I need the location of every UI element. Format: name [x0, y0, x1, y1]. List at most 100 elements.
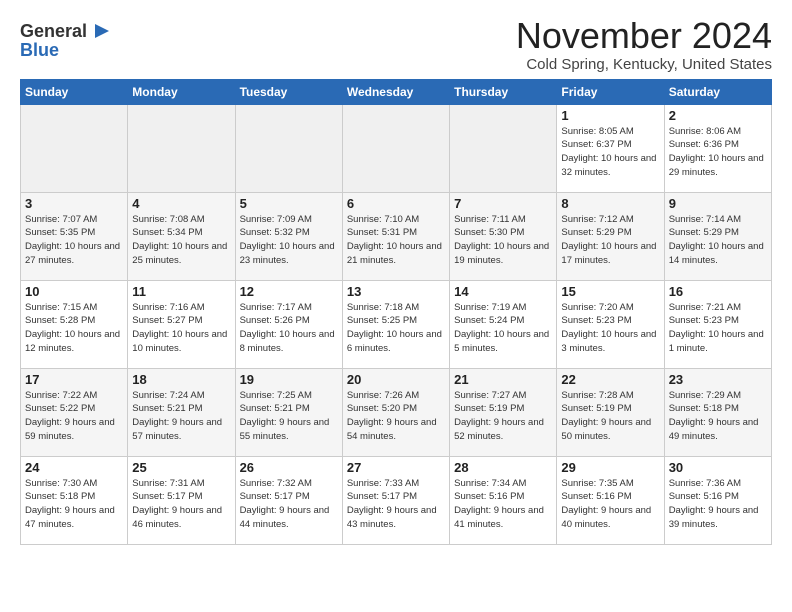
calendar-cell: 26 Sunrise: 7:32 AM Sunset: 5:17 PM Dayli… [235, 456, 342, 544]
calendar-cell: 20 Sunrise: 7:26 AM Sunset: 5:20 PM Dayli… [342, 368, 449, 456]
day-number: 10 [25, 284, 123, 299]
day-number: 12 [240, 284, 338, 299]
days-of-week-row: SundayMondayTuesdayWednesdayThursdayFrid… [21, 79, 772, 104]
day-number: 3 [25, 196, 123, 211]
dow-header-friday: Friday [557, 79, 664, 104]
day-info: Sunrise: 7:22 AM Sunset: 5:22 PM Dayligh… [25, 389, 123, 444]
day-info: Sunrise: 7:20 AM Sunset: 5:23 PM Dayligh… [561, 301, 659, 356]
page-header: General Blue November 2024 Cold Spring, … [20, 16, 772, 73]
dow-header-thursday: Thursday [450, 79, 557, 104]
calendar-cell: 5Sunrise: 7:09 AM Sunset: 5:32 PM Daylig… [235, 192, 342, 280]
day-number: 30 [669, 460, 767, 475]
logo-icon [91, 20, 113, 42]
calendar-cell: 23Sunrise: 7:29 AM Sunset: 5:18 PM Dayli… [664, 368, 771, 456]
calendar-cell: 24 Sunrise: 7:30 AM Sunset: 5:18 PM Dayli… [21, 456, 128, 544]
day-number: 27 [347, 460, 445, 475]
calendar-week-4: 17 Sunrise: 7:22 AM Sunset: 5:22 PM Dayli… [21, 368, 772, 456]
location: Cold Spring, Kentucky, United States [516, 56, 772, 73]
day-info: Sunrise: 7:27 AM Sunset: 5:19 PM Dayligh… [454, 389, 552, 444]
calendar-cell: 10Sunrise: 7:15 AM Sunset: 5:28 PM Dayli… [21, 280, 128, 368]
calendar-cell [342, 104, 449, 192]
day-info: Sunrise: 7:08 AM Sunset: 5:34 PM Dayligh… [132, 213, 230, 268]
day-info: Sunrise: 7:29 AM Sunset: 5:18 PM Dayligh… [669, 389, 767, 444]
calendar-table: SundayMondayTuesdayWednesdayThursdayFrid… [20, 79, 772, 545]
day-number: 8 [561, 196, 659, 211]
calendar-cell: 21Sunrise: 7:27 AM Sunset: 5:19 PM Dayli… [450, 368, 557, 456]
day-info: Sunrise: 7:28 AM Sunset: 5:19 PM Dayligh… [561, 389, 659, 444]
day-info: Sunrise: 7:11 AM Sunset: 5:30 PM Dayligh… [454, 213, 552, 268]
calendar-week-3: 10Sunrise: 7:15 AM Sunset: 5:28 PM Dayli… [21, 280, 772, 368]
calendar-cell: 29 Sunrise: 7:35 AM Sunset: 5:16 PM Dayli… [557, 456, 664, 544]
day-info: Sunrise: 7:32 AM Sunset: 5:17 PM Dayligh… [240, 477, 338, 532]
title-area: November 2024 Cold Spring, Kentucky, Uni… [516, 16, 772, 73]
dow-header-tuesday: Tuesday [235, 79, 342, 104]
day-number: 17 [25, 372, 123, 387]
day-info: Sunrise: 7:07 AM Sunset: 5:35 PM Dayligh… [25, 213, 123, 268]
calendar-cell: 6 Sunrise: 7:10 AM Sunset: 5:31 PM Daylig… [342, 192, 449, 280]
day-info: Sunrise: 7:09 AM Sunset: 5:32 PM Dayligh… [240, 213, 338, 268]
day-number: 6 [347, 196, 445, 211]
day-info: Sunrise: 8:05 AM Sunset: 6:37 PM Dayligh… [561, 125, 659, 180]
logo: General Blue [20, 16, 113, 61]
calendar-cell: 17 Sunrise: 7:22 AM Sunset: 5:22 PM Dayli… [21, 368, 128, 456]
day-number: 29 [561, 460, 659, 475]
day-info: Sunrise: 7:25 AM Sunset: 5:21 PM Dayligh… [240, 389, 338, 444]
day-info: Sunrise: 7:10 AM Sunset: 5:31 PM Dayligh… [347, 213, 445, 268]
day-info: Sunrise: 8:06 AM Sunset: 6:36 PM Dayligh… [669, 125, 767, 180]
day-info: Sunrise: 7:21 AM Sunset: 5:23 PM Dayligh… [669, 301, 767, 356]
month-title: November 2024 [516, 16, 772, 56]
day-number: 11 [132, 284, 230, 299]
day-number: 26 [240, 460, 338, 475]
dow-header-saturday: Saturday [664, 79, 771, 104]
logo-blue-text: Blue [20, 40, 59, 61]
calendar-cell: 25Sunrise: 7:31 AM Sunset: 5:17 PM Dayli… [128, 456, 235, 544]
calendar-cell [128, 104, 235, 192]
day-info: Sunrise: 7:12 AM Sunset: 5:29 PM Dayligh… [561, 213, 659, 268]
day-info: Sunrise: 7:30 AM Sunset: 5:18 PM Dayligh… [25, 477, 123, 532]
day-number: 15 [561, 284, 659, 299]
calendar-cell: 3 Sunrise: 7:07 AM Sunset: 5:35 PM Daylig… [21, 192, 128, 280]
day-number: 1 [561, 108, 659, 123]
day-number: 7 [454, 196, 552, 211]
day-info: Sunrise: 7:14 AM Sunset: 5:29 PM Dayligh… [669, 213, 767, 268]
calendar-cell: 8 Sunrise: 7:12 AM Sunset: 5:29 PM Daylig… [557, 192, 664, 280]
calendar-week-1: 1 Sunrise: 8:05 AM Sunset: 6:37 PM Daylig… [21, 104, 772, 192]
day-number: 19 [240, 372, 338, 387]
calendar-cell: 2 Sunrise: 8:06 AM Sunset: 6:36 PM Daylig… [664, 104, 771, 192]
day-number: 9 [669, 196, 767, 211]
day-number: 20 [347, 372, 445, 387]
day-info: Sunrise: 7:36 AM Sunset: 5:16 PM Dayligh… [669, 477, 767, 532]
day-number: 28 [454, 460, 552, 475]
logo-general-text: General [20, 21, 87, 42]
calendar-cell: 7 Sunrise: 7:11 AM Sunset: 5:30 PM Daylig… [450, 192, 557, 280]
day-info: Sunrise: 7:17 AM Sunset: 5:26 PM Dayligh… [240, 301, 338, 356]
calendar-week-5: 24 Sunrise: 7:30 AM Sunset: 5:18 PM Dayli… [21, 456, 772, 544]
calendar-cell: 22 Sunrise: 7:28 AM Sunset: 5:19 PM Dayli… [557, 368, 664, 456]
day-number: 22 [561, 372, 659, 387]
day-number: 14 [454, 284, 552, 299]
day-number: 24 [25, 460, 123, 475]
calendar-cell: 12 Sunrise: 7:17 AM Sunset: 5:26 PM Dayli… [235, 280, 342, 368]
calendar-cell: 13 Sunrise: 7:18 AM Sunset: 5:25 PM Dayli… [342, 280, 449, 368]
calendar-cell: 1 Sunrise: 8:05 AM Sunset: 6:37 PM Daylig… [557, 104, 664, 192]
calendar-cell: 4Sunrise: 7:08 AM Sunset: 5:34 PM Daylig… [128, 192, 235, 280]
day-info: Sunrise: 7:24 AM Sunset: 5:21 PM Dayligh… [132, 389, 230, 444]
day-info: Sunrise: 7:18 AM Sunset: 5:25 PM Dayligh… [347, 301, 445, 356]
day-number: 25 [132, 460, 230, 475]
calendar-cell: 11 Sunrise: 7:16 AM Sunset: 5:27 PM Dayli… [128, 280, 235, 368]
day-info: Sunrise: 7:35 AM Sunset: 5:16 PM Dayligh… [561, 477, 659, 532]
day-info: Sunrise: 7:26 AM Sunset: 5:20 PM Dayligh… [347, 389, 445, 444]
calendar-cell: 14 Sunrise: 7:19 AM Sunset: 5:24 PM Dayli… [450, 280, 557, 368]
day-number: 13 [347, 284, 445, 299]
calendar-cell: 19 Sunrise: 7:25 AM Sunset: 5:21 PM Dayli… [235, 368, 342, 456]
day-info: Sunrise: 7:16 AM Sunset: 5:27 PM Dayligh… [132, 301, 230, 356]
calendar-week-2: 3 Sunrise: 7:07 AM Sunset: 5:35 PM Daylig… [21, 192, 772, 280]
day-number: 18 [132, 372, 230, 387]
calendar-cell [450, 104, 557, 192]
day-number: 16 [669, 284, 767, 299]
day-info: Sunrise: 7:19 AM Sunset: 5:24 PM Dayligh… [454, 301, 552, 356]
day-number: 2 [669, 108, 767, 123]
calendar-cell: 28Sunrise: 7:34 AM Sunset: 5:16 PM Dayli… [450, 456, 557, 544]
calendar-cell: 9 Sunrise: 7:14 AM Sunset: 5:29 PM Daylig… [664, 192, 771, 280]
calendar-cell [235, 104, 342, 192]
